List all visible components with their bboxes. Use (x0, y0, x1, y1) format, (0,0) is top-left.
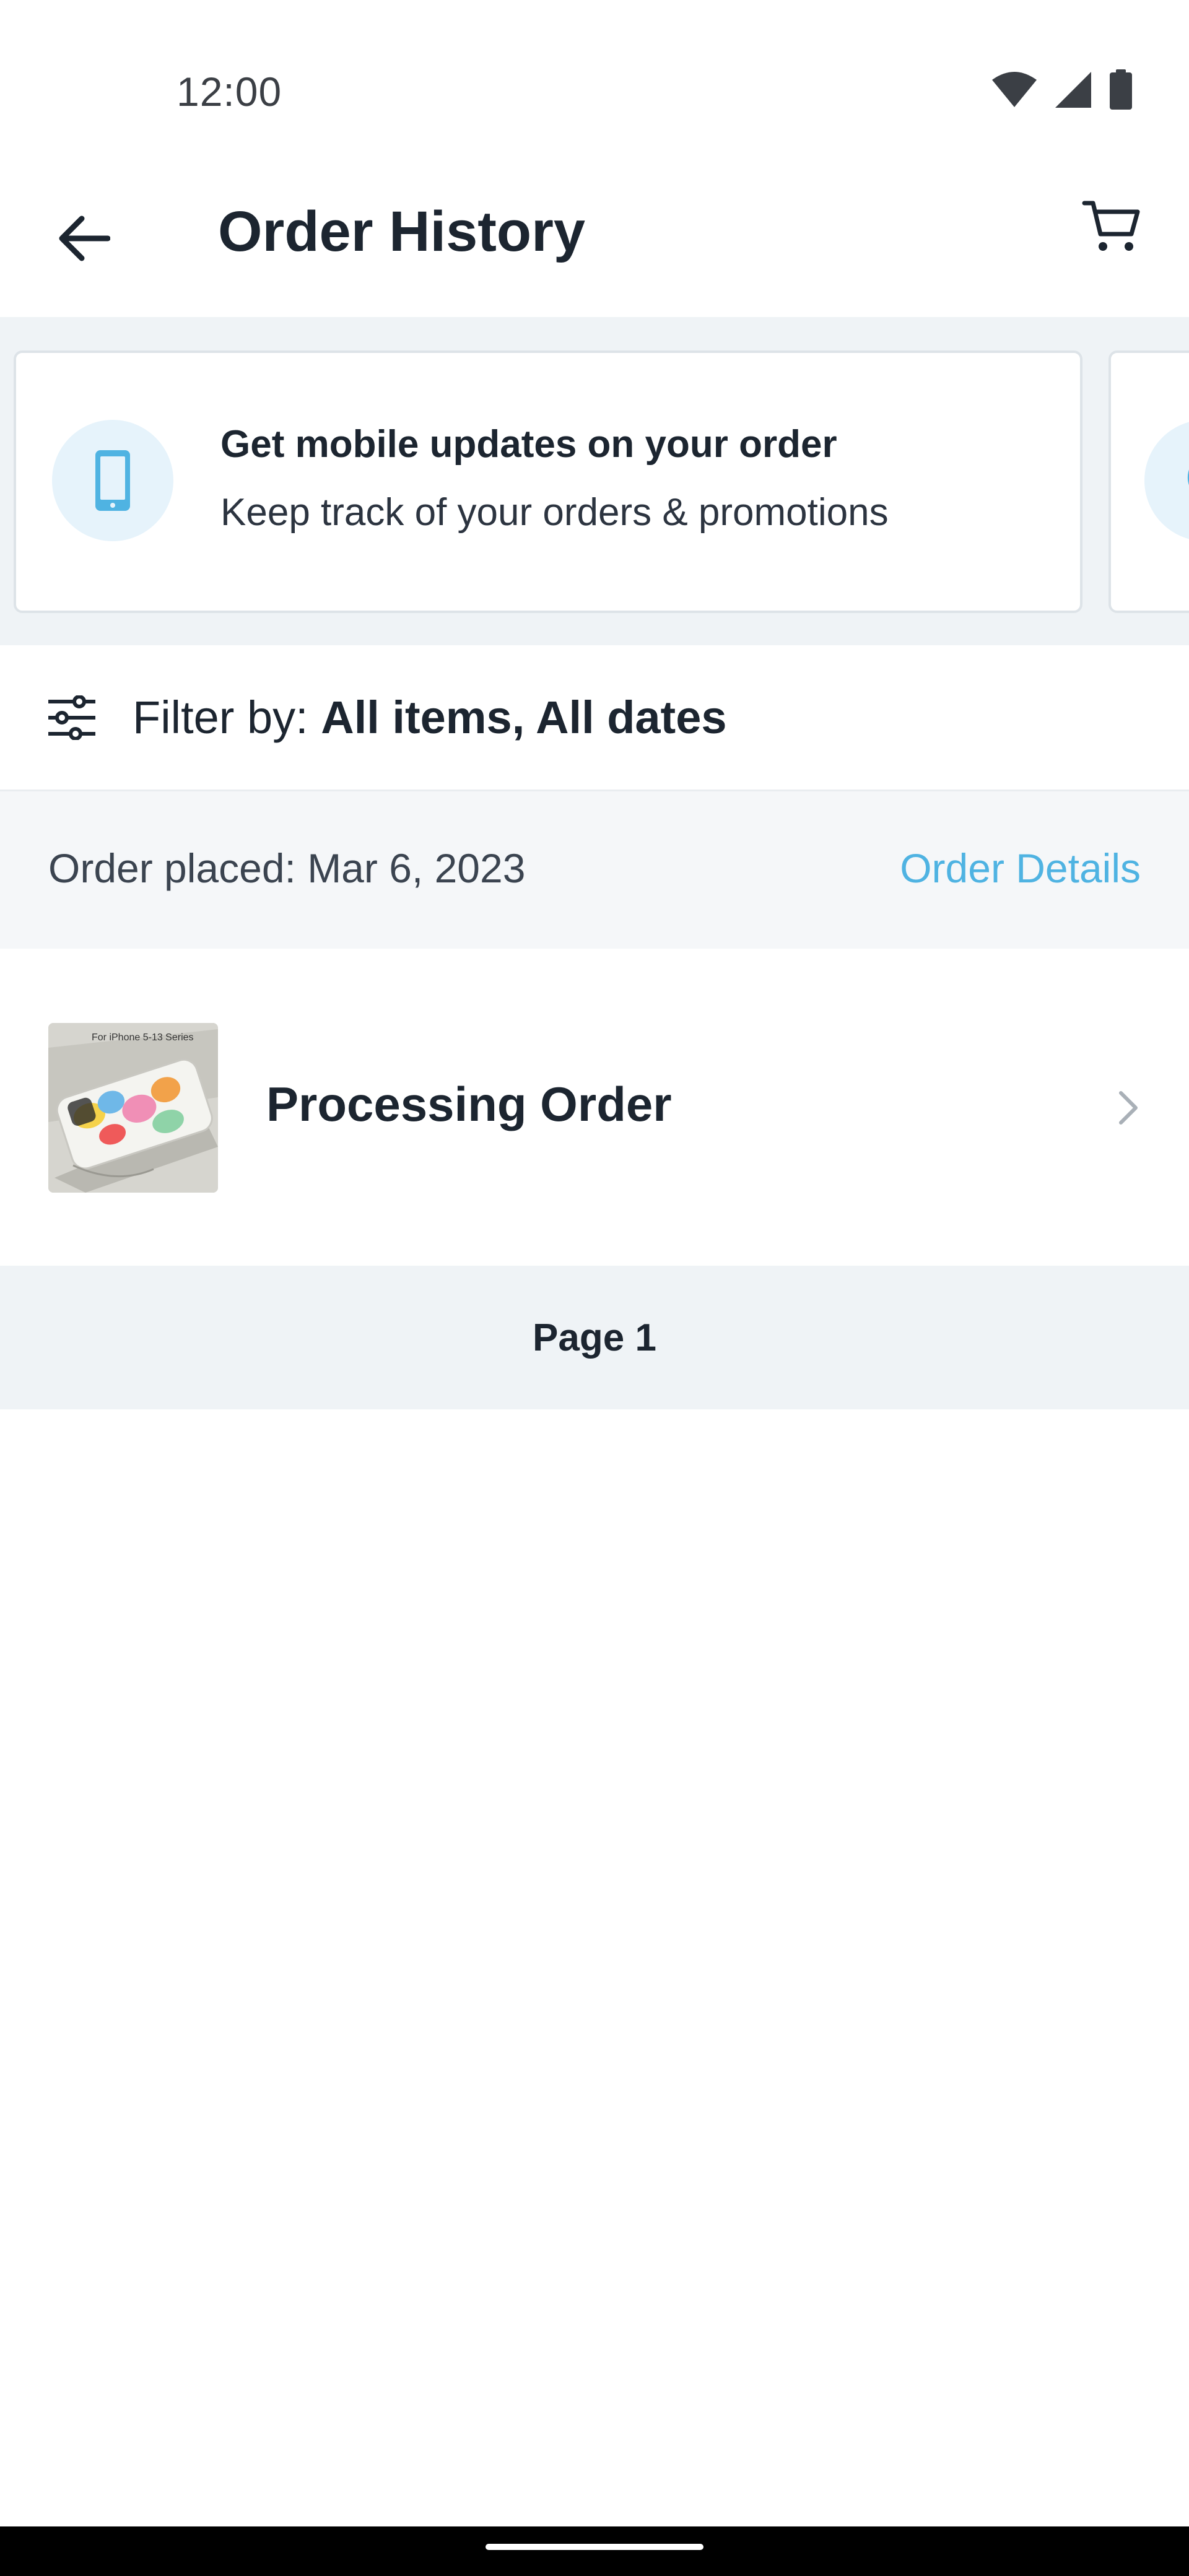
battery-icon (1110, 69, 1132, 110)
order-history-screen: 12:00 Order History Get mobile updates o… (0, 0, 1189, 2576)
filter-row[interactable]: Filter by: All items, All dates (0, 645, 1189, 791)
cart-button[interactable] (1071, 187, 1152, 268)
sliders-icon (47, 693, 97, 742)
cart-icon (1082, 201, 1140, 251)
page-title: Order History (218, 200, 586, 263)
thumbnail-caption: For iPhone 5-13 Series (92, 1032, 194, 1043)
page-label: Page 1 (533, 1316, 656, 1359)
promo-icon-circle (1144, 420, 1189, 541)
app-bar: Order History (0, 149, 1189, 317)
order-details-link[interactable]: Order Details (900, 845, 1141, 892)
promo-title: Get mobile updates on your order (220, 423, 837, 466)
product-thumbnail: For iPhone 5-13 Series (48, 1023, 218, 1193)
back-arrow-icon (59, 215, 110, 261)
promo-card-next[interactable] (1108, 350, 1189, 613)
pagination: Page 1 (0, 1266, 1189, 1409)
promo-subtitle: Keep track of your orders & promotions (220, 491, 889, 534)
status-bar: 12:00 (0, 0, 1189, 149)
signal-icon (1055, 72, 1091, 108)
home-indicator[interactable] (486, 2544, 703, 2550)
promo-carousel: Get mobile updates on your order Keep tr… (0, 317, 1189, 645)
filter-label: Filter by: (133, 692, 308, 743)
promo-icon-circle (52, 420, 173, 541)
system-nav-bar (0, 2526, 1189, 2576)
order-header: Order placed: Mar 6, 2023 Order Details (0, 791, 1189, 949)
promo-card-mobile-updates[interactable]: Get mobile updates on your order Keep tr… (14, 350, 1082, 613)
filter-value: All items, All dates (321, 692, 727, 743)
chevron-right-icon (1111, 1086, 1146, 1129)
chat-icon (1187, 469, 1189, 485)
filter-text: Filter by: All items, All dates (133, 691, 727, 744)
back-button[interactable] (43, 198, 124, 279)
status-icons (991, 68, 1133, 111)
status-time: 12:00 (176, 69, 282, 115)
order-status: Processing Order (266, 1077, 672, 1131)
phone-icon (95, 450, 130, 511)
wifi-icon (992, 72, 1037, 107)
order-item-row[interactable]: For iPhone 5-13 Series Processing Order (0, 949, 1189, 1266)
order-placed-date: Order placed: Mar 6, 2023 (48, 845, 526, 891)
